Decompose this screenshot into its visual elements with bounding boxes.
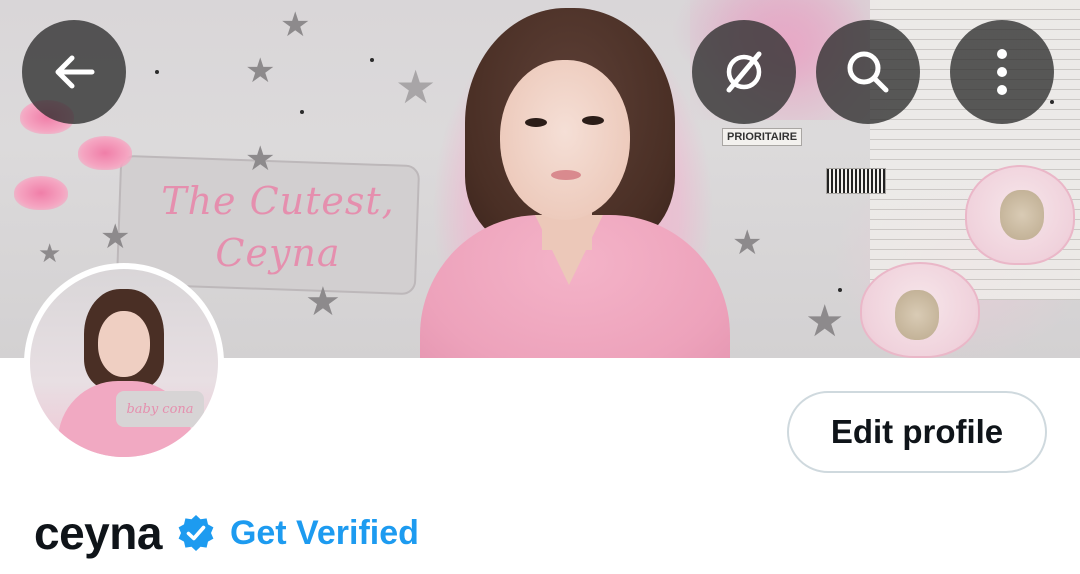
back-button[interactable] — [22, 20, 126, 124]
banner-photo-neckline — [535, 215, 603, 285]
star-sticker: ★ — [100, 218, 131, 256]
grok-button[interactable] — [692, 20, 796, 124]
dot-sticker — [300, 110, 304, 114]
bear-sticker — [895, 290, 939, 340]
avatar-photo-face — [98, 311, 150, 377]
get-verified-link[interactable]: Get Verified — [230, 514, 419, 553]
display-name: ceyna — [34, 507, 162, 559]
star-sticker: ★ — [305, 280, 341, 324]
star-sticker: ★ — [805, 297, 845, 346]
banner-script-text: The Cutest, Ceyna — [138, 175, 418, 279]
dot-sticker — [1050, 100, 1054, 104]
bear-sticker — [1000, 190, 1044, 240]
banner-photo-eye — [582, 116, 604, 125]
star-sticker: ★ — [38, 238, 62, 268]
profile-name-row: ceyna Get Verified — [34, 503, 419, 563]
banner-photo-eye — [525, 118, 547, 127]
lips-sticker — [14, 176, 68, 210]
star-sticker: ★ — [245, 140, 276, 178]
edit-profile-button[interactable]: Edit profile — [787, 391, 1047, 473]
more-vertical-icon — [997, 49, 1007, 95]
avatar-photo: baby cona — [30, 269, 218, 457]
dot-sticker — [838, 288, 842, 292]
arrow-left-icon — [55, 55, 95, 89]
barcode-sticker — [826, 168, 886, 194]
star-sticker: ★ — [280, 6, 311, 44]
verified-badge-icon[interactable] — [176, 513, 216, 553]
search-icon — [847, 51, 889, 93]
search-button[interactable] — [816, 20, 920, 124]
lips-sticker — [78, 136, 132, 170]
more-options-button[interactable] — [950, 20, 1054, 124]
banner-photo-mouth — [551, 170, 581, 180]
dot-sticker — [370, 58, 374, 62]
star-sticker: ★ — [245, 52, 276, 90]
banner-photo-face — [500, 60, 630, 220]
avatar[interactable]: baby cona — [24, 263, 224, 463]
banner-script-line1: The Cutest, — [161, 179, 395, 223]
banner-script-line2: Ceyna — [215, 231, 341, 275]
slashed-circle-icon — [726, 51, 762, 93]
avatar-photo-tag: baby cona — [116, 391, 204, 427]
dot-sticker — [155, 70, 159, 74]
